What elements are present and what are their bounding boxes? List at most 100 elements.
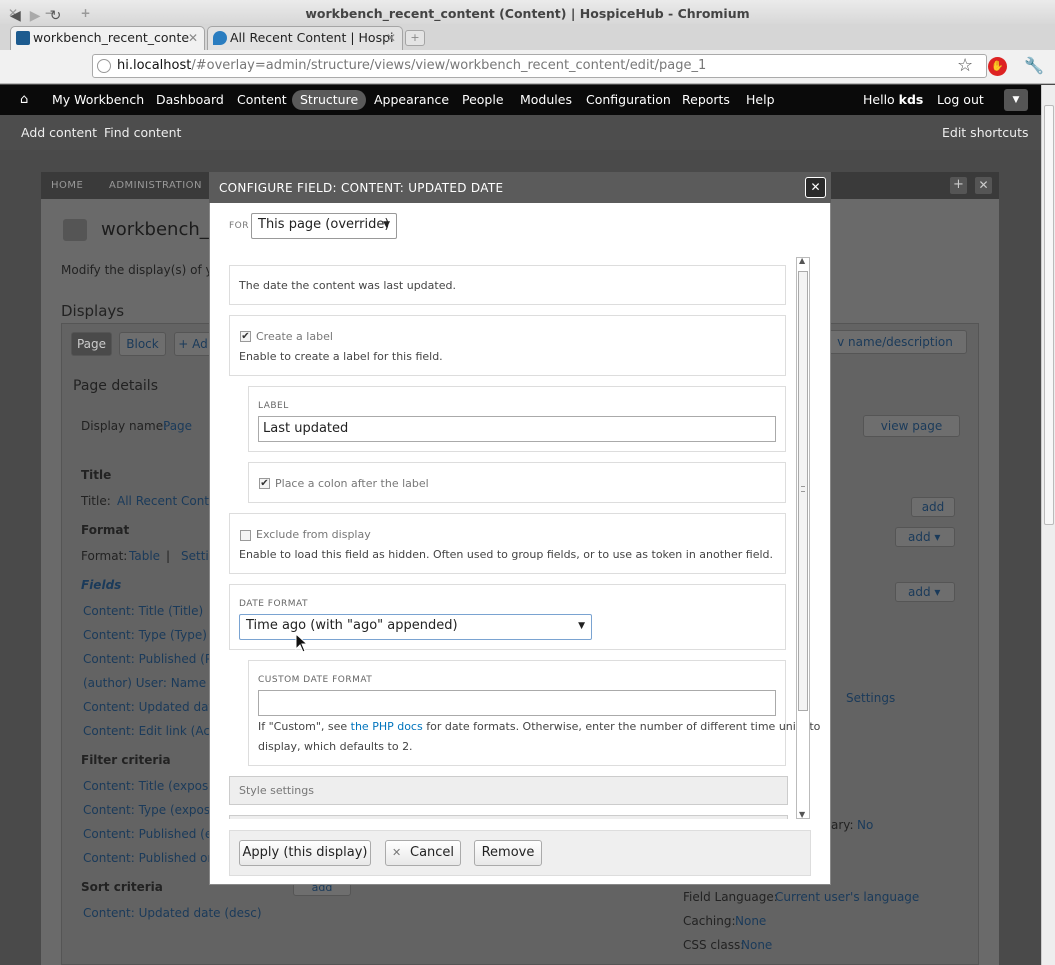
breadcrumb-administration[interactable]: ADMINISTRATION: [109, 172, 202, 199]
cancel-x-icon: ✕: [392, 846, 402, 859]
toolbar-item-modules[interactable]: Modules: [520, 85, 572, 115]
toolbar-item-my-workbench[interactable]: My Workbench: [52, 85, 144, 115]
title-add-button[interactable]: add: [911, 497, 955, 517]
create-label-checkbox[interactable]: ✔: [240, 331, 251, 342]
shortcut-find-content[interactable]: Find content: [104, 115, 181, 150]
forward-icon[interactable]: ▶: [30, 8, 50, 24]
browser-tab-active[interactable]: workbench_recent_conte ✕: [10, 26, 205, 50]
chevron-down-icon: ▼: [578, 621, 585, 631]
back-icon[interactable]: ◀: [10, 8, 30, 24]
format-add-button[interactable]: add ▾: [895, 527, 955, 547]
next-fieldset-edge: [229, 815, 788, 819]
display-tab-page[interactable]: Page: [71, 332, 112, 356]
shortcuts-toggle-icon[interactable]: ▼: [1004, 89, 1028, 111]
field-item[interactable]: Content: Type (Type): [83, 628, 207, 642]
logout-link[interactable]: Log out: [937, 85, 984, 115]
dialog-title: CONFIGURE FIELD: CONTENT: UPDATED DATE: [219, 181, 504, 195]
field-item[interactable]: Content: Updated date: [83, 700, 221, 714]
ary-value[interactable]: No: [857, 818, 873, 832]
exclude-checkbox[interactable]: [240, 530, 251, 541]
filter-item[interactable]: Content: Published or: [83, 851, 212, 865]
filter-item[interactable]: Content: Published (ex: [83, 827, 219, 841]
toolbar-item-help[interactable]: Help: [746, 85, 775, 115]
shortcut-add-content[interactable]: Add content: [21, 115, 97, 150]
colon-checkbox[interactable]: ✔: [259, 478, 270, 489]
title-value[interactable]: All Recent Conte: [117, 494, 216, 508]
page-details-heading[interactable]: Page details: [73, 378, 158, 394]
new-tab-button[interactable]: +: [405, 30, 425, 46]
filter-item[interactable]: Content: Title (expose: [83, 779, 216, 793]
address-bar[interactable]: hi.localhost/#overlay=admin/structure/vi…: [92, 54, 987, 78]
toolbar-item-dashboard[interactable]: Dashboard: [156, 85, 224, 115]
caching-value[interactable]: None: [735, 914, 766, 928]
filter-item[interactable]: Content: Type (expose: [83, 803, 218, 817]
style-settings-fieldset[interactable]: Style settings: [229, 776, 788, 805]
scroll-up-icon[interactable]: ▲: [799, 256, 805, 265]
toolbar-item-content[interactable]: Content: [237, 85, 287, 115]
username[interactable]: kds: [899, 92, 924, 107]
format-label: Format:: [81, 549, 128, 563]
format-settings-link[interactable]: Setti: [181, 549, 209, 563]
wrench-menu-icon[interactable]: 🔧: [1024, 56, 1044, 75]
ary-label: ary:: [831, 818, 854, 832]
close-overlay-icon[interactable]: ✕: [975, 177, 992, 194]
label-input[interactable]: Last updated: [258, 416, 776, 442]
scrollbar-thumb[interactable]: [1044, 105, 1054, 525]
toolbar-item-reports[interactable]: Reports: [682, 85, 730, 115]
view-page-button[interactable]: view page: [863, 415, 960, 437]
toolbar-item-configuration[interactable]: Configuration: [586, 85, 671, 115]
fields-add-button[interactable]: add ▾: [895, 582, 955, 602]
page-info-icon[interactable]: [97, 59, 111, 73]
title-heading: Title: [81, 468, 112, 482]
adblock-icon[interactable]: ✋: [988, 57, 1007, 76]
field-item[interactable]: Content: Published (Pu: [83, 652, 219, 666]
close-tab-icon[interactable]: ✕: [386, 27, 396, 49]
cancel-label: Cancel: [410, 845, 455, 860]
toolbar-item-structure[interactable]: Structure: [292, 90, 367, 110]
edit-name-description-button[interactable]: v name/description: [823, 330, 967, 354]
custom-date-input[interactable]: [258, 690, 776, 716]
field-language-label: Field Language:: [683, 890, 778, 904]
field-language-value[interactable]: Current user's language: [775, 890, 919, 904]
format-value[interactable]: Table: [129, 549, 160, 563]
page-title: workbench_re: [101, 219, 227, 240]
field-item[interactable]: (author) User: Name (A: [83, 676, 223, 690]
add-shortcut-icon[interactable]: +: [950, 177, 967, 194]
toolbar-item-appearance[interactable]: Appearance: [374, 85, 449, 115]
for-select[interactable]: This page (override) ▼: [251, 213, 397, 239]
add-display-button[interactable]: + Ad: [174, 332, 212, 356]
tab-strip: workbench_recent_conte ✕ All Recent Cont…: [0, 24, 1055, 50]
breadcrumb-home[interactable]: HOME: [51, 172, 83, 199]
field-item[interactable]: Content: Edit link (Acti: [83, 724, 218, 738]
label-input-value: Last updated: [263, 421, 349, 436]
apply-button[interactable]: Apply (this display): [239, 840, 371, 866]
dialog-scrollbar[interactable]: ▲ ▼: [796, 256, 810, 819]
custom-date-description-line2: display, which defaults to 2.: [258, 740, 413, 753]
reload-icon[interactable]: ↻: [50, 8, 71, 24]
display-name-value[interactable]: Page: [163, 419, 192, 433]
nav-buttons[interactable]: ◀▶↻: [10, 8, 70, 24]
scrollbar-grip: [801, 486, 805, 492]
css-class-value[interactable]: None: [741, 938, 772, 952]
edit-shortcuts-link[interactable]: Edit shortcuts: [942, 115, 1029, 150]
settings-link[interactable]: Settings: [846, 691, 895, 705]
home-icon[interactable]: ⌂: [20, 85, 28, 115]
format-heading: Format: [81, 523, 130, 537]
drupal-favicon-icon: [213, 31, 227, 45]
display-tab-block[interactable]: Block: [119, 332, 166, 356]
cancel-button[interactable]: ✕ Cancel: [385, 840, 461, 866]
scroll-down-icon[interactable]: ▼: [799, 810, 805, 819]
bookmark-star-icon[interactable]: ☆: [957, 55, 973, 76]
toolbar-item-people[interactable]: People: [462, 85, 504, 115]
php-docs-link[interactable]: the PHP docs: [351, 720, 423, 733]
exclude-box: [229, 513, 786, 574]
page-scrollbar[interactable]: [1041, 85, 1055, 965]
close-tab-icon[interactable]: ✕: [188, 27, 198, 49]
date-format-select[interactable]: Time ago (with "ago" appended) ▼: [239, 614, 592, 640]
style-settings-legend: Style settings: [239, 784, 314, 797]
remove-button[interactable]: Remove: [474, 840, 542, 866]
dialog-close-button[interactable]: ✕: [805, 177, 826, 198]
sort-item[interactable]: Content: Updated date (desc): [83, 906, 262, 920]
field-item[interactable]: Content: Title (Title): [83, 604, 203, 618]
browser-tab[interactable]: All Recent Content | Hospi ✕: [207, 26, 403, 50]
